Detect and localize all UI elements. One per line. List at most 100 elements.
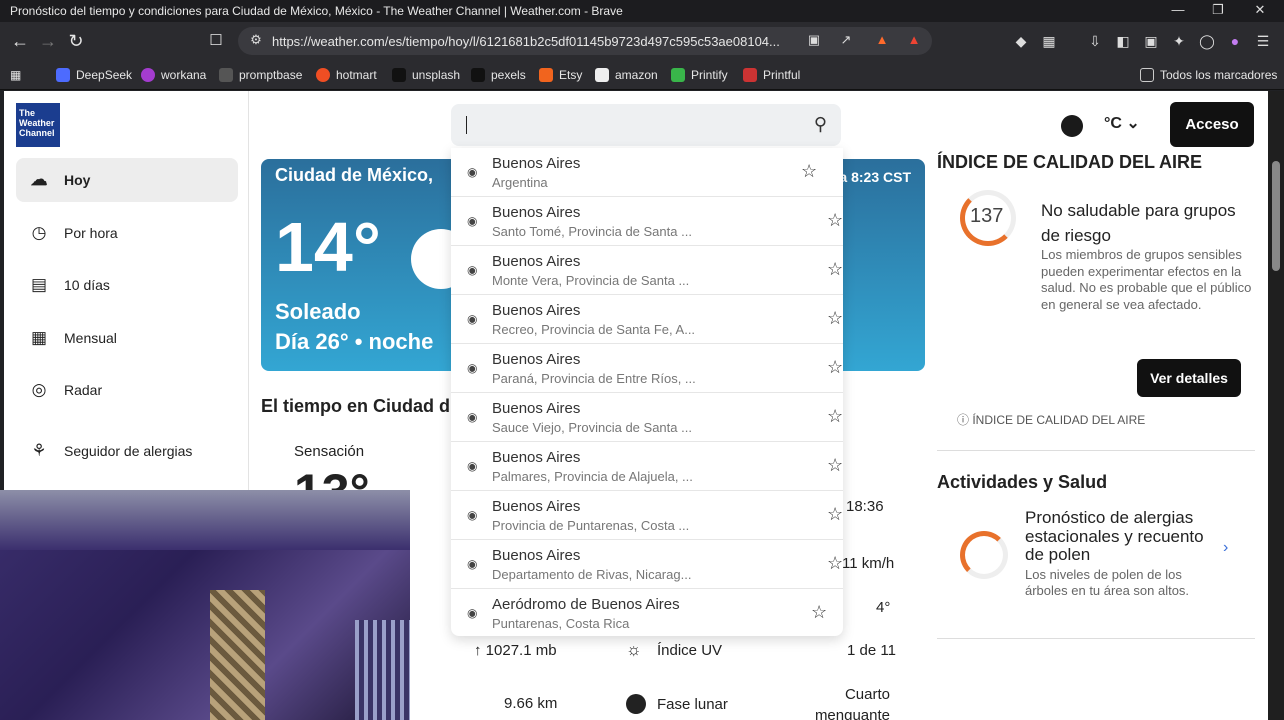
search-icon[interactable]: ⚲ — [814, 114, 827, 135]
close-icon[interactable]: ✕ — [1240, 2, 1280, 20]
bookmarks-bar: ▦ DeepSeek workana promptbase hotmart un… — [0, 60, 1284, 90]
search-results-dropdown: ◉ Buenos Aires Argentina ☆ ◉ Buenos Aire… — [451, 148, 843, 636]
forward-icon[interactable]: → — [36, 30, 60, 52]
sidebar-item-radar[interactable]: ◎ Radar — [16, 368, 238, 412]
url-text[interactable]: https://weather.com/es/tiempo/hoy/l/6121… — [272, 34, 792, 49]
bookmark-etsy[interactable]: Etsy — [539, 66, 582, 84]
bookmark-icon[interactable]: ☐ — [204, 30, 228, 52]
star-icon[interactable]: ☆ — [827, 308, 843, 329]
download-icon[interactable]: ⇩ — [1084, 30, 1106, 52]
bookmark-amazon[interactable]: amazon — [595, 66, 658, 84]
bookmark-pexels[interactable]: pexels — [471, 66, 526, 84]
bookmark-deepseek[interactable]: DeepSeek — [56, 66, 132, 84]
sidebar-toggle-icon[interactable]: ◧ — [1112, 30, 1134, 52]
globe-icon[interactable] — [1061, 115, 1083, 137]
view-details-button[interactable]: Ver detalles — [1137, 359, 1241, 397]
vpn-icon[interactable]: ◯ — [1196, 30, 1218, 52]
sidebar-item-10-dias[interactable]: ▤ 10 días — [16, 263, 238, 307]
feels-like-label: Sensación — [294, 443, 365, 460]
uv-label: Índice UV — [657, 642, 723, 659]
search-result[interactable]: ◉ Buenos Aires Palmares, Provincia de Al… — [451, 442, 843, 491]
webcam-ceiling — [0, 490, 410, 550]
search-result[interactable]: ◉ Buenos Aires Argentina ☆ — [451, 148, 843, 197]
search-result[interactable]: ◉ Buenos Aires Paraná, Provincia de Entr… — [451, 344, 843, 393]
login-button[interactable]: Acceso — [1170, 102, 1254, 147]
search-result[interactable]: ◉ Aeródromo de Buenos Aires Puntarenas, … — [451, 589, 843, 638]
sun-uv-icon: ☼ — [626, 640, 642, 659]
unit-selector[interactable]: °C ⌄ — [1104, 113, 1140, 133]
pollen-description: Los niveles de polen de los árboles en t… — [1025, 567, 1190, 598]
search-result[interactable]: ◉ Buenos Aires Monte Vera, Provincia de … — [451, 246, 843, 295]
amazon-icon — [595, 68, 609, 82]
star-icon[interactable]: ☆ — [827, 406, 843, 427]
star-icon[interactable]: ☆ — [811, 602, 827, 623]
cast-icon[interactable]: ▣ — [804, 32, 824, 50]
search-result[interactable]: ◉ Buenos Aires Santo Tomé, Provincia de … — [451, 197, 843, 246]
location-pin-icon: ◉ — [467, 214, 478, 228]
bookmark-unsplash[interactable]: unsplash — [392, 66, 460, 84]
chevron-right-icon[interactable]: › — [1223, 539, 1228, 557]
share-icon[interactable]: ↗ — [836, 32, 856, 50]
calendar-icon: ▤ — [30, 275, 48, 294]
bookmark-promptbase[interactable]: promptbase — [219, 66, 302, 84]
info-icon: ⓘ — [957, 413, 973, 427]
profile-icon[interactable]: ● — [1224, 30, 1246, 52]
browser-toolbar: ← → ↻ ☐ ⚙ https://weather.com/es/tiempo/… — [0, 22, 1284, 60]
webcam-object — [210, 590, 265, 720]
pollen-title[interactable]: Pronóstico de alergias estacionales y re… — [1025, 508, 1225, 565]
address-bar[interactable]: ⚙ https://weather.com/es/tiempo/hoy/l/61… — [238, 27, 932, 55]
sidebar-item-hoy[interactable]: ☁ Hoy — [16, 158, 238, 202]
search-result[interactable]: ◉ Buenos Aires Provincia de Puntarenas, … — [451, 491, 843, 540]
printify-icon — [671, 68, 685, 82]
extensions-icon[interactable]: ◆ — [1010, 30, 1032, 52]
wallet-icon[interactable]: ▣ — [1140, 30, 1162, 52]
maximize-icon[interactable]: ❐ — [1198, 2, 1238, 20]
site-settings-icon[interactable]: ⚙ — [246, 32, 266, 50]
star-icon[interactable]: ☆ — [827, 553, 843, 574]
weather-channel-logo[interactable]: The Weather Channel — [16, 103, 60, 147]
star-icon[interactable]: ☆ — [827, 210, 843, 231]
reload-icon[interactable]: ↻ — [64, 30, 88, 52]
sidebar-item-alergias[interactable]: ⚘ Seguidor de alergias — [16, 429, 238, 473]
location-pin-icon: ◉ — [467, 557, 478, 571]
dew-point-value: 4° — [876, 599, 891, 616]
pressure-value: ↑ 1027.1 mb — [474, 642, 557, 659]
star-icon[interactable]: ☆ — [827, 504, 843, 525]
uv-value: 1 de 11 — [847, 642, 896, 659]
search-result[interactable]: ◉ Buenos Aires Recreo, Provincia de Sant… — [451, 295, 843, 344]
search-result[interactable]: ◉ Buenos Aires Departamento de Rivas, Ni… — [451, 540, 843, 589]
star-icon[interactable]: ☆ — [827, 357, 843, 378]
scrollbar-thumb[interactable] — [1272, 161, 1280, 271]
back-icon[interactable]: ← — [8, 30, 32, 52]
current-temperature: 14° — [275, 208, 381, 286]
sidebar-item-por-hora[interactable]: ◷ Por hora — [16, 211, 238, 255]
brave-shields-icon[interactable]: ▲ — [872, 32, 892, 50]
apps-grid-icon[interactable]: ▦ — [10, 66, 21, 84]
hotmart-icon — [316, 68, 330, 82]
aqi-info[interactable]: ⓘ ÍNDICE DE CALIDAD DEL AIRE — [957, 411, 1145, 428]
brave-rewards-icon[interactable]: ▲ — [904, 32, 924, 50]
search-result[interactable]: ◉ Buenos Aires Sauce Viejo, Provincia de… — [451, 393, 843, 442]
menu-icon[interactable]: ☰ — [1252, 30, 1274, 52]
page-scrollbar[interactable] — [1268, 91, 1284, 720]
location-pin-icon: ◉ — [467, 312, 478, 326]
bookmark-printful[interactable]: Printful — [743, 66, 800, 84]
minimize-icon[interactable]: — — [1158, 2, 1198, 20]
star-icon[interactable]: ☆ — [801, 161, 817, 182]
search-input[interactable]: ⚲ — [451, 104, 841, 146]
webcam-overlay — [0, 490, 410, 720]
all-bookmarks[interactable]: Todos los marcadores — [1140, 66, 1277, 84]
bookmark-workana[interactable]: workana — [141, 66, 206, 84]
star-icon[interactable]: ☆ — [827, 455, 843, 476]
bookmark-printify[interactable]: Printify — [671, 66, 728, 84]
leo-ai-icon[interactable]: ✦ — [1168, 30, 1190, 52]
star-icon[interactable]: ☆ — [827, 259, 843, 280]
sidebar-item-mensual[interactable]: ▦ Mensual — [16, 316, 238, 360]
cloud-icon: ☁ — [30, 170, 48, 189]
aqi-description: Los miembros de grupos sensibles pueden … — [1041, 247, 1252, 312]
calendar-grid-icon: ▦ — [30, 328, 48, 347]
bookmark-hotmart[interactable]: hotmart — [316, 66, 377, 84]
divider — [937, 638, 1255, 639]
reader-icon[interactable]: ▦ — [1038, 30, 1060, 52]
unsplash-icon — [392, 68, 406, 82]
